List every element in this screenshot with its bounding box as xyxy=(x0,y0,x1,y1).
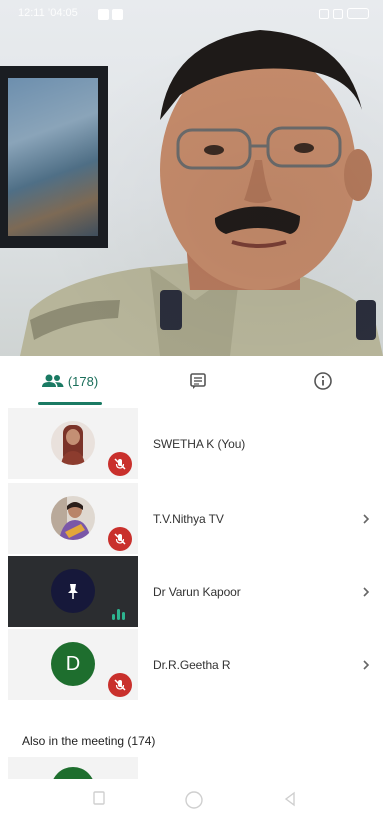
participant-row[interactable]: Dr Varun Kapoor xyxy=(8,556,383,627)
participant-row[interactable]: T.V.Nithya TV xyxy=(8,483,383,554)
tab-info[interactable] xyxy=(305,356,341,406)
participant-thumbnail xyxy=(8,408,138,479)
signal-icon xyxy=(319,8,329,19)
info-icon xyxy=(314,372,332,390)
participant-name: SWETHA K (You) xyxy=(153,436,246,451)
also-in-meeting-header: Also in the meeting (174) xyxy=(22,734,156,748)
back-icon[interactable] xyxy=(282,790,298,808)
notification-icon xyxy=(112,9,123,20)
battery-icon xyxy=(347,8,369,19)
participant-name: Dr.R.Geetha R xyxy=(153,657,231,672)
home-icon[interactable] xyxy=(184,790,204,810)
wifi-icon xyxy=(333,8,343,19)
speaking-indicator-icon xyxy=(108,600,128,620)
main-video-feed[interactable] xyxy=(0,0,383,356)
status-time: 12:11 ’04:05 xyxy=(18,7,78,19)
tab-people[interactable]: (178) xyxy=(30,356,110,406)
participant-thumbnail xyxy=(8,483,138,554)
mic-off-icon xyxy=(108,452,132,476)
mic-off-icon xyxy=(108,527,132,551)
system-navigation-bar xyxy=(0,779,383,822)
recents-icon[interactable] xyxy=(92,790,106,806)
chevron-right-icon[interactable] xyxy=(361,556,371,627)
participant-name: T.V.Nithya TV xyxy=(153,511,224,526)
mic-off-icon xyxy=(108,673,132,697)
people-icon xyxy=(41,374,64,387)
participant-thumbnail: D xyxy=(8,629,138,700)
participant-name: Dr Varun Kapoor xyxy=(153,584,241,599)
system-icons xyxy=(319,8,369,19)
avatar xyxy=(51,569,95,613)
notification-icon xyxy=(98,9,109,20)
panel-tabs: (178) xyxy=(0,356,383,406)
chat-icon xyxy=(190,373,206,389)
active-tab-indicator xyxy=(38,402,102,405)
participant-row-partial[interactable] xyxy=(8,757,138,779)
avatar: D xyxy=(51,642,95,686)
tab-chat[interactable] xyxy=(180,356,216,406)
notification-icons xyxy=(98,9,123,20)
chevron-right-icon[interactable] xyxy=(361,483,371,554)
avatar xyxy=(51,421,95,465)
chevron-right-icon[interactable] xyxy=(361,629,371,700)
people-count: (178) xyxy=(67,373,99,389)
avatar xyxy=(51,767,95,779)
meet-screen: 12:11 ’04:05 (178) SWETHA K (You) T.V.Ni… xyxy=(0,0,383,822)
participant-thumbnail xyxy=(8,556,138,627)
participant-row[interactable]: SWETHA K (You) xyxy=(8,408,383,479)
pin-icon xyxy=(68,584,78,599)
status-bar: 12:11 ’04:05 xyxy=(0,0,383,30)
participant-row[interactable]: D Dr.R.Geetha R xyxy=(8,629,383,700)
avatar xyxy=(51,496,95,540)
